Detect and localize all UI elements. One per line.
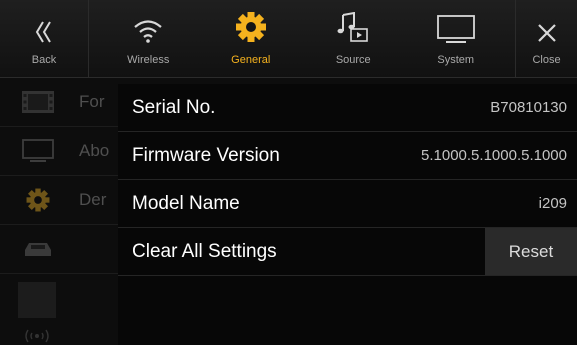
serial-number-row: Serial No. B70810130 [118,84,577,132]
settings-screen: Back Wireless General Source System Clos… [0,0,577,345]
tab-label: General [231,54,271,66]
back-button[interactable]: Back [0,0,89,77]
row-label: Model Name [132,193,240,214]
tab-wireless[interactable]: Wireless [103,0,193,77]
monitor-icon [18,137,58,165]
tab-bar: Wireless General Source System [89,0,515,77]
tab-source[interactable]: Source [308,0,398,77]
list-item-label: Der [79,190,107,209]
reset-button[interactable]: Reset [485,228,577,275]
tab-label: System [437,54,475,66]
back-label: Back [31,54,57,66]
wifi-icon [103,0,193,44]
music-note-icon [308,0,398,44]
film-icon [18,88,58,116]
row-label: Clear All Settings [132,241,277,262]
close-icon [516,0,577,44]
car-icon [18,235,58,263]
clear-all-settings-row: Clear All Settings Reset [118,228,577,276]
tab-label: Wireless [127,54,170,66]
monitor-icon [411,0,501,44]
sidebar-tile [18,282,56,318]
serial-number-value: B70810130 [490,99,567,116]
list-item-label: Abo [79,141,110,160]
model-name-value: i209 [538,195,567,212]
list-item-label: For [79,92,105,111]
device-info-panel: Serial No. B70810130 Firmware Version 5.… [118,84,577,345]
tab-system[interactable]: System [411,0,501,77]
signal-icon [18,324,56,344]
firmware-version-row: Firmware Version 5.1000.5.1000.5.1000 [118,132,577,180]
model-name-row: Model Name i209 [118,180,577,228]
gear-icon [206,0,296,44]
row-label: Firmware Version [132,145,280,166]
close-button[interactable]: Close [515,0,577,77]
gear-icon [18,186,58,214]
double-chevron-left-icon [0,0,88,44]
row-label: Serial No. [132,97,216,118]
firmware-version-value: 5.1000.5.1000.5.1000 [421,147,567,164]
top-navigation-bar: Back Wireless General Source System Clos… [0,0,577,78]
close-label: Close [532,54,561,66]
tab-general[interactable]: General [206,0,296,77]
tab-label: Source [335,54,371,66]
